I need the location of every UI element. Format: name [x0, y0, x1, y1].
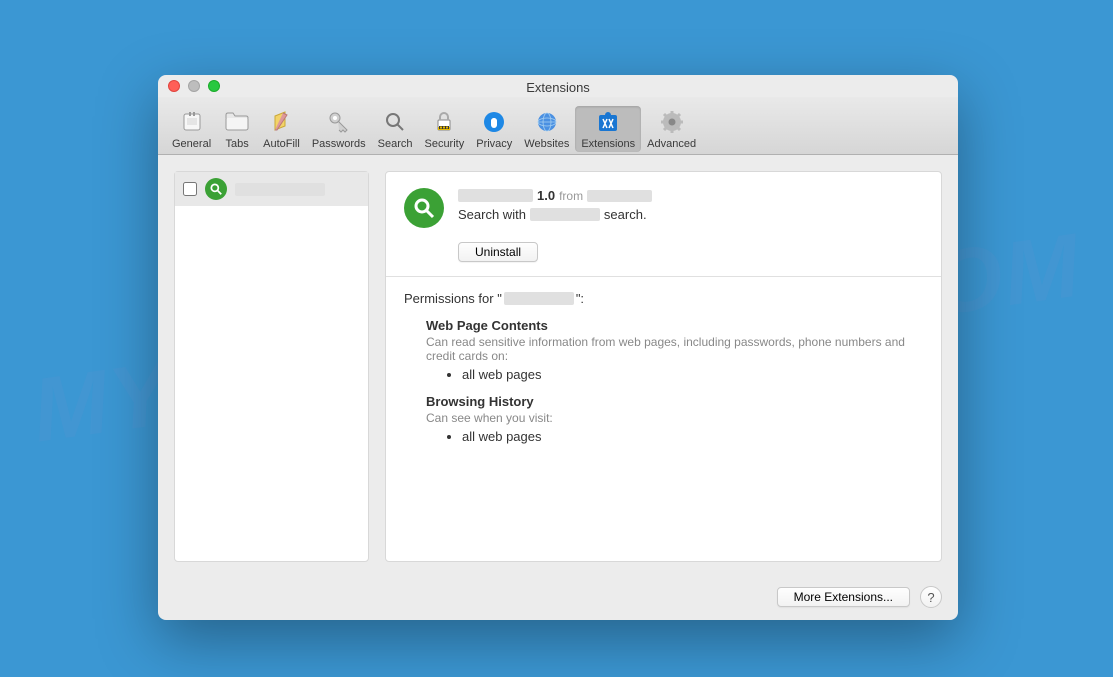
- extension-author-redacted: [587, 190, 652, 202]
- content-area: 1.0 from Search with search. Uninstall P: [158, 155, 958, 578]
- from-label: from: [559, 189, 583, 203]
- websites-icon: [533, 108, 561, 136]
- titlebar: Extensions: [158, 75, 958, 97]
- toolbar-label: Advanced: [647, 138, 696, 150]
- permission-block: Browsing History Can see when you visit:…: [426, 394, 923, 444]
- preferences-window: Extensions General Tabs AutoFill: [158, 75, 958, 620]
- uninstall-row: Uninstall: [386, 242, 941, 276]
- more-extensions-button[interactable]: More Extensions...: [777, 587, 910, 607]
- toolbar-tabs[interactable]: Tabs: [217, 106, 257, 152]
- permission-heading: Web Page Contents: [426, 318, 923, 333]
- toolbar-label: AutoFill: [263, 138, 300, 150]
- permission-heading: Browsing History: [426, 394, 923, 409]
- extension-version: 1.0: [537, 188, 555, 203]
- toolbar-security[interactable]: Security: [418, 106, 470, 152]
- extension-description: Search with search.: [458, 207, 923, 222]
- zoom-window-button[interactable]: [208, 80, 220, 92]
- permission-list-item: all web pages: [462, 429, 923, 444]
- toolbar-websites[interactable]: Websites: [518, 106, 575, 152]
- toolbar-label: Privacy: [476, 138, 512, 150]
- passwords-icon: [325, 108, 353, 136]
- privacy-icon: [480, 108, 508, 136]
- extension-list-item[interactable]: [175, 172, 368, 206]
- desc-prefix: Search with: [458, 207, 526, 222]
- footer-bar: More Extensions... ?: [158, 578, 958, 620]
- traffic-lights: [168, 80, 220, 92]
- general-icon: [178, 108, 206, 136]
- permission-description: Can read sensitive information from web …: [426, 335, 923, 363]
- advanced-icon: [658, 108, 686, 136]
- toolbar-passwords[interactable]: Passwords: [306, 106, 372, 152]
- desc-suffix: search.: [604, 207, 647, 222]
- permission-list-item: all web pages: [462, 367, 923, 382]
- extension-enable-checkbox[interactable]: [183, 182, 197, 196]
- close-window-button[interactable]: [168, 80, 180, 92]
- permissions-title: Permissions for " ":: [404, 291, 923, 306]
- tabs-icon: [223, 108, 251, 136]
- toolbar-general[interactable]: General: [166, 106, 217, 152]
- permission-description: Can see when you visit:: [426, 411, 923, 425]
- toolbar-search[interactable]: Search: [372, 106, 419, 152]
- extension-title-line: 1.0 from: [458, 188, 923, 203]
- toolbar-label: Security: [424, 138, 464, 150]
- window-title: Extensions: [526, 77, 590, 95]
- extension-header: 1.0 from Search with search.: [386, 172, 941, 242]
- toolbar-label: General: [172, 138, 211, 150]
- permission-list: all web pages: [462, 429, 923, 444]
- preferences-toolbar: General Tabs AutoFill Passwords: [158, 97, 958, 155]
- toolbar-extensions[interactable]: Extensions: [575, 106, 641, 152]
- autofill-icon: [267, 108, 295, 136]
- help-button[interactable]: ?: [920, 586, 942, 608]
- toolbar-label: Search: [378, 138, 413, 150]
- minimize-window-button[interactable]: [188, 80, 200, 92]
- toolbar-label: Websites: [524, 138, 569, 150]
- extensions-icon: [594, 108, 622, 136]
- toolbar-privacy[interactable]: Privacy: [470, 106, 518, 152]
- permissions-section: Permissions for " ": Web Page Contents C…: [386, 276, 941, 458]
- toolbar-label: Extensions: [581, 138, 635, 150]
- toolbar-label: Passwords: [312, 138, 366, 150]
- toolbar-label: Tabs: [226, 138, 249, 150]
- toolbar-autofill[interactable]: AutoFill: [257, 106, 306, 152]
- uninstall-button[interactable]: Uninstall: [458, 242, 538, 262]
- extensions-sidebar: [174, 171, 369, 562]
- perm-title-redacted: [504, 292, 574, 305]
- extension-name-redacted: [235, 183, 325, 196]
- extension-icon-large: [404, 188, 444, 228]
- security-icon: [430, 108, 458, 136]
- extension-icon: [205, 178, 227, 200]
- perm-title-prefix: Permissions for ": [404, 291, 502, 306]
- extension-info: 1.0 from Search with search.: [458, 188, 923, 222]
- extension-details-panel: 1.0 from Search with search. Uninstall P: [385, 171, 942, 562]
- permission-block: Web Page Contents Can read sensitive inf…: [426, 318, 923, 382]
- desc-redacted: [530, 208, 600, 221]
- search-icon: [381, 108, 409, 136]
- perm-title-suffix: ":: [576, 291, 584, 306]
- permission-list: all web pages: [462, 367, 923, 382]
- toolbar-advanced[interactable]: Advanced: [641, 106, 702, 152]
- extension-name-redacted: [458, 189, 533, 202]
